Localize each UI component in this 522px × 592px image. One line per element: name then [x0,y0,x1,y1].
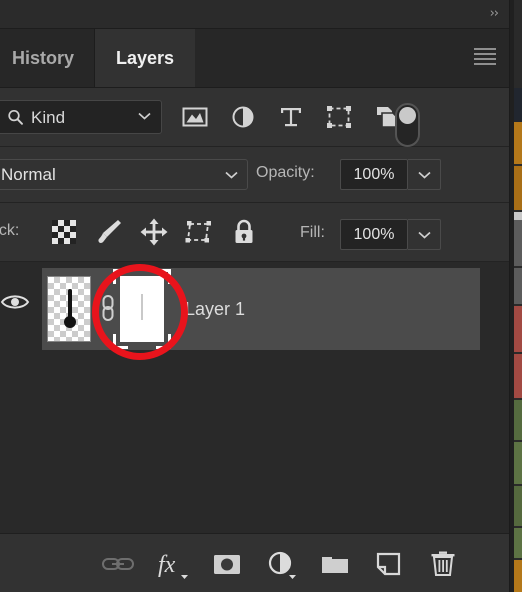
filter-type-buttons [178,96,468,147]
adjacent-panel-segment [514,354,522,398]
link-icon [102,295,114,321]
filter-enable-toggle[interactable] [395,103,420,147]
fill-label: Fill: [300,224,325,241]
adjacent-panel-segment [514,528,522,558]
fill-stepper-button[interactable] [408,219,441,250]
filter-pixel-layers-button[interactable] [178,100,212,134]
add-mask-icon [214,555,240,574]
mask-content-line [141,294,143,320]
shape-bounding-box-icon [327,106,351,128]
opacity-value: 100% [353,166,395,183]
lock-position-button[interactable] [138,216,170,248]
opacity-input[interactable]: 100% [340,159,408,190]
new-group-button[interactable] [317,546,353,582]
opacity-stepper-button[interactable] [408,159,441,190]
layer-thumbnail[interactable] [47,276,91,342]
adjacent-panel-segment [514,268,522,304]
collapse-panel-icon[interactable]: ›› [490,5,499,23]
lock-all-button[interactable] [228,216,260,248]
lock-transparent-pixels-button[interactable] [48,216,80,248]
delete-layer-button[interactable] [425,546,461,582]
link-icon [102,558,134,570]
toggle-knob [399,107,416,124]
chevron-down-icon [138,112,151,120]
tab-layers[interactable]: Layers [95,29,195,87]
trash-icon [431,551,455,576]
chevron-down-icon [225,171,238,179]
adjacent-panel-segment [514,306,522,352]
tab-history[interactable]: History [0,29,95,87]
layer-mask-thumbnail[interactable] [120,276,164,342]
fx-icon: fx [158,552,188,579]
chevron-down-icon [418,231,431,239]
add-layer-mask-button[interactable] [209,546,245,582]
opacity-label: Opacity: [256,164,315,181]
layer-name-label[interactable]: Layer 1 [185,298,245,320]
adjacent-panel-segment [514,560,522,592]
layer-row[interactable]: Layer 1 [42,268,480,350]
prevent-auto-nesting-button[interactable] [183,216,215,248]
half-circle-icon [232,106,254,128]
layer-filter-row: Kind [0,88,510,147]
adjacent-panel-edge [509,0,522,592]
layer-list: Layer 1 [0,262,510,532]
half-circle-icon [268,551,296,579]
eye-icon [0,295,30,309]
blend-opacity-row: Normal Opacity: 100% [0,147,510,203]
lock-fill-row: ock: [0,203,510,262]
adjacent-panel-segment [514,166,522,210]
adjacent-panel-segment [514,400,522,440]
layer-style-button[interactable]: fx [155,546,191,582]
padlock-icon [235,219,253,243]
layers-panel: ›› History Layers Kind Normal Opacity: 1… [0,0,522,592]
thumbnail-artwork-dot [64,316,76,328]
adjacent-panel-segment [514,220,522,266]
chevron-down-icon [418,171,431,179]
new-fill-adjustment-layer-button[interactable] [263,546,299,582]
layer-mask-link-icon[interactable] [100,294,116,322]
image-icon [182,107,208,127]
link-layers-button[interactable] [100,546,136,582]
filter-shape-layers-button[interactable] [322,100,356,134]
fill-input[interactable]: 100% [340,219,408,250]
layer-visibility-toggle[interactable] [0,290,30,314]
svg-text:fx: fx [158,552,176,578]
filter-adjustment-layers-button[interactable] [226,100,260,134]
adjacent-panel-segment [514,122,522,164]
paintbrush-icon [98,220,121,243]
checkerboard-icon [52,220,76,244]
panel-tab-strip: History Layers [0,29,510,88]
lock-image-pixels-button[interactable] [93,216,125,248]
blend-mode-value: Normal [1,165,56,184]
adjacent-panel-segment [514,88,522,122]
folder-icon [322,557,348,573]
blend-mode-dropdown[interactable]: Normal [0,159,248,190]
panel-collapse-bar: ›› [0,0,510,29]
artboard-icon [185,221,211,243]
filter-kind-dropdown[interactable]: Kind [0,100,162,134]
filter-type-layers-button[interactable] [274,100,308,134]
adjacent-panel-segment [514,486,522,526]
adjacent-panel-segment [514,442,522,484]
new-page-icon [376,552,401,576]
filter-kind-value: Kind [31,108,66,127]
adjacent-panel-segment [514,212,522,220]
fill-value: 100% [353,226,395,243]
search-icon [8,109,23,125]
new-layer-button[interactable] [371,546,407,582]
lock-label: ock: [0,222,20,239]
layers-bottom-toolbar: fx [0,533,510,592]
text-t-icon [281,108,301,127]
panel-menu-icon[interactable] [472,48,498,68]
move-arrows-icon [140,218,168,246]
